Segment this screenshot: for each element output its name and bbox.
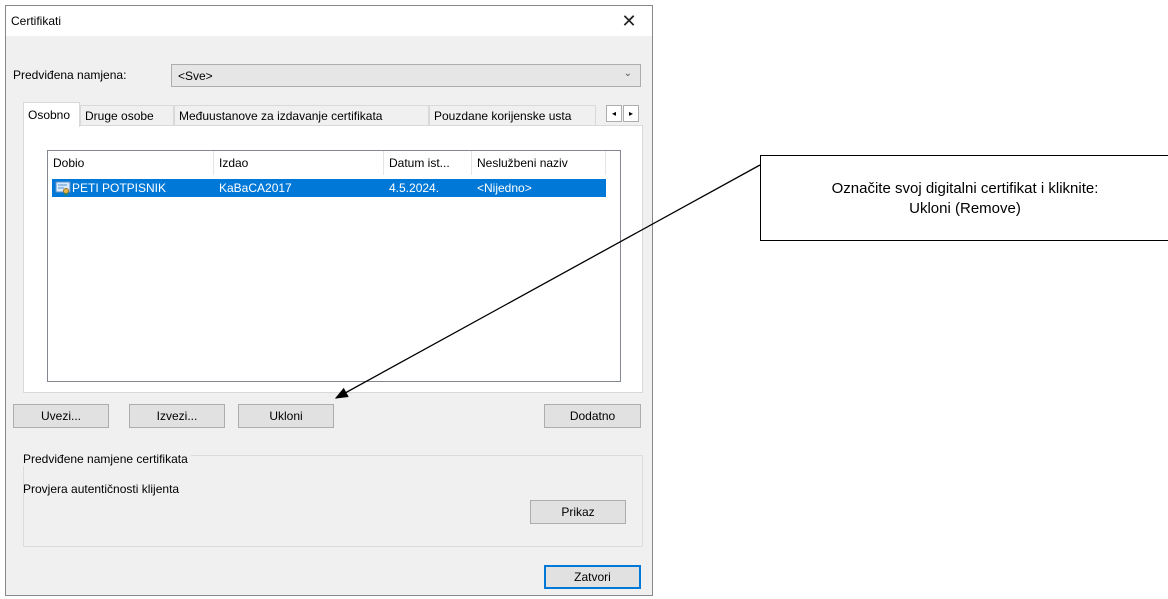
tab-personal[interactable]: Osobno (23, 102, 80, 127)
annotation-line-2: Ukloni (Remove) (909, 200, 1021, 217)
purposes-group-title: Predviđene namjene certifikata (23, 452, 191, 466)
annotation-line-1: Označite svoj digitalni certifikat i kli… (831, 180, 1099, 197)
annotation-arrow (334, 164, 761, 399)
annotation-callout: Označite svoj digitalni certifikat i kli… (760, 155, 1168, 241)
